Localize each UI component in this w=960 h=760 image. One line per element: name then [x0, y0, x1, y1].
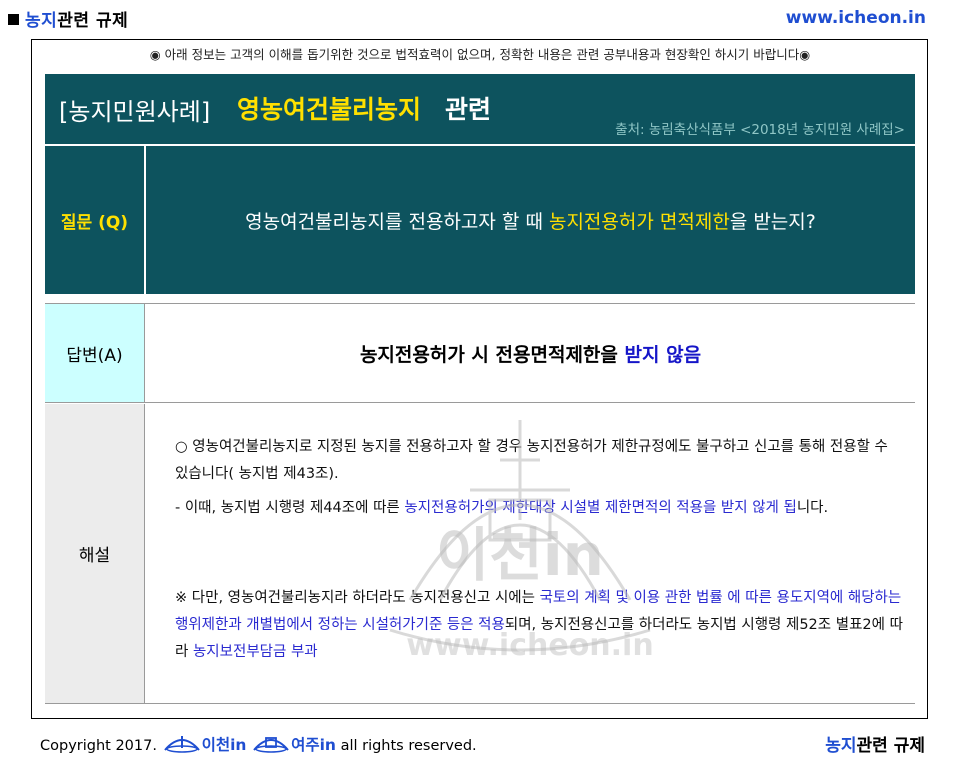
answer-text-highlight: 받지 않음 — [624, 343, 702, 366]
explanation-paragraph-1: ○ 영농여건불리농지로 지정된 농지를 전용하고자 할 경우 농지전용허가 제한… — [175, 439, 888, 482]
yeoju-logo-icon — [253, 737, 289, 753]
explanation-paragraph-2: - 이때, 농지법 시행령 제44조에 따른 농지전용허가의 제한대상 시설별 … — [175, 495, 903, 522]
site-url-link[interactable]: www.icheon.in — [786, 8, 926, 28]
explanation-row: 해설 ○ 영농여건불리농지로 지정된 농지를 전용하고자 할 경우 농지전용허가… — [45, 404, 915, 704]
question-text: 영농여건불리농지를 전용하고자 할 때 농지전용허가 면적제한을 받는지? — [146, 146, 915, 294]
explanation-body: ○ 영농여건불리농지로 지정된 농지를 전용하고자 할 경우 농지전용허가 제한… — [146, 404, 915, 703]
answer-row: 답변(A) 농지전용허가 시 전용면적제한을 받지 않음 — [45, 303, 915, 403]
p2-text-after: 니다. — [796, 500, 829, 516]
p3-text-highlight-2: 농지보전부담금 부과 — [192, 644, 318, 660]
banner-topic: 영농여건불리농지 — [237, 95, 422, 124]
question-text-before: 영농여건불리농지를 전용하고자 할 때 — [245, 210, 549, 233]
question-text-after: 을 받는지? — [729, 210, 816, 233]
p2-text-before: - 이때, 농지법 시행령 제44조에 따른 — [175, 500, 405, 516]
copyright-prefix: Copyright 2017. — [40, 738, 157, 754]
question-text-highlight: 농지전용허가 면적제한 — [548, 210, 730, 233]
icheon-logo-icon — [163, 736, 200, 753]
page-header-title: 농지관련 규제 — [8, 6, 128, 31]
explanation-label: 해설 — [45, 404, 145, 703]
case-banner: [농지민원사례] 영농여건불리농지 관련 출처: 농림축산식품부 <2018년 … — [45, 74, 915, 144]
footer-copyright: Copyright 2017. 이천in 여주in all rights res… — [40, 732, 477, 755]
icheon-logo-text: 이천in — [201, 736, 247, 754]
question-row: 질문 (Q) 영농여건불리농지를 전용하고자 할 때 농지전용허가 면적제한을 … — [45, 146, 915, 294]
banner-suffix: 관련 — [445, 95, 492, 124]
answer-label: 답변(A) — [45, 304, 145, 402]
p2-text-highlight: 농지전용허가의 제한대상 시설별 제한면적의 적용을 받지 않게 됩 — [404, 500, 797, 516]
footer-title-rest: 관련 규제 — [856, 736, 925, 756]
square-bullet-icon — [8, 14, 19, 25]
footer-title-highlight: 농지 — [825, 736, 857, 756]
explanation-paragraph-3: ※ 다만, 영농여건불리농지라 하더라도 농지전용신고 시에는 국토의 계획 및… — [175, 585, 903, 666]
header-title-highlight: 농지 — [25, 11, 58, 31]
footer-title: 농지관련 규제 — [825, 731, 925, 756]
p3-text-before: ※ 다만, 영농여건불리농지라 하더라도 농지전용신고 시에는 — [175, 590, 540, 606]
answer-text-before: 농지전용허가 시 전용면적제한을 — [359, 343, 625, 366]
header-title-rest: 관련 규제 — [57, 11, 129, 31]
copyright-suffix: all rights reserved. — [340, 738, 477, 754]
question-label: 질문 (Q) — [45, 146, 146, 294]
disclaimer-notice: ◉ 아래 정보는 고객의 이해를 돕기위한 것으로 법적효력이 없으며, 정확한… — [149, 47, 811, 62]
yeoju-logo-text: 여주in — [291, 736, 336, 754]
banner-source: 출처: 농림축산식품부 <2018년 농지민원 사례집> — [615, 122, 905, 138]
answer-text: 농지전용허가 시 전용면적제한을 받지 않음 — [146, 304, 915, 402]
banner-category: [농지민원사례] — [59, 98, 211, 126]
